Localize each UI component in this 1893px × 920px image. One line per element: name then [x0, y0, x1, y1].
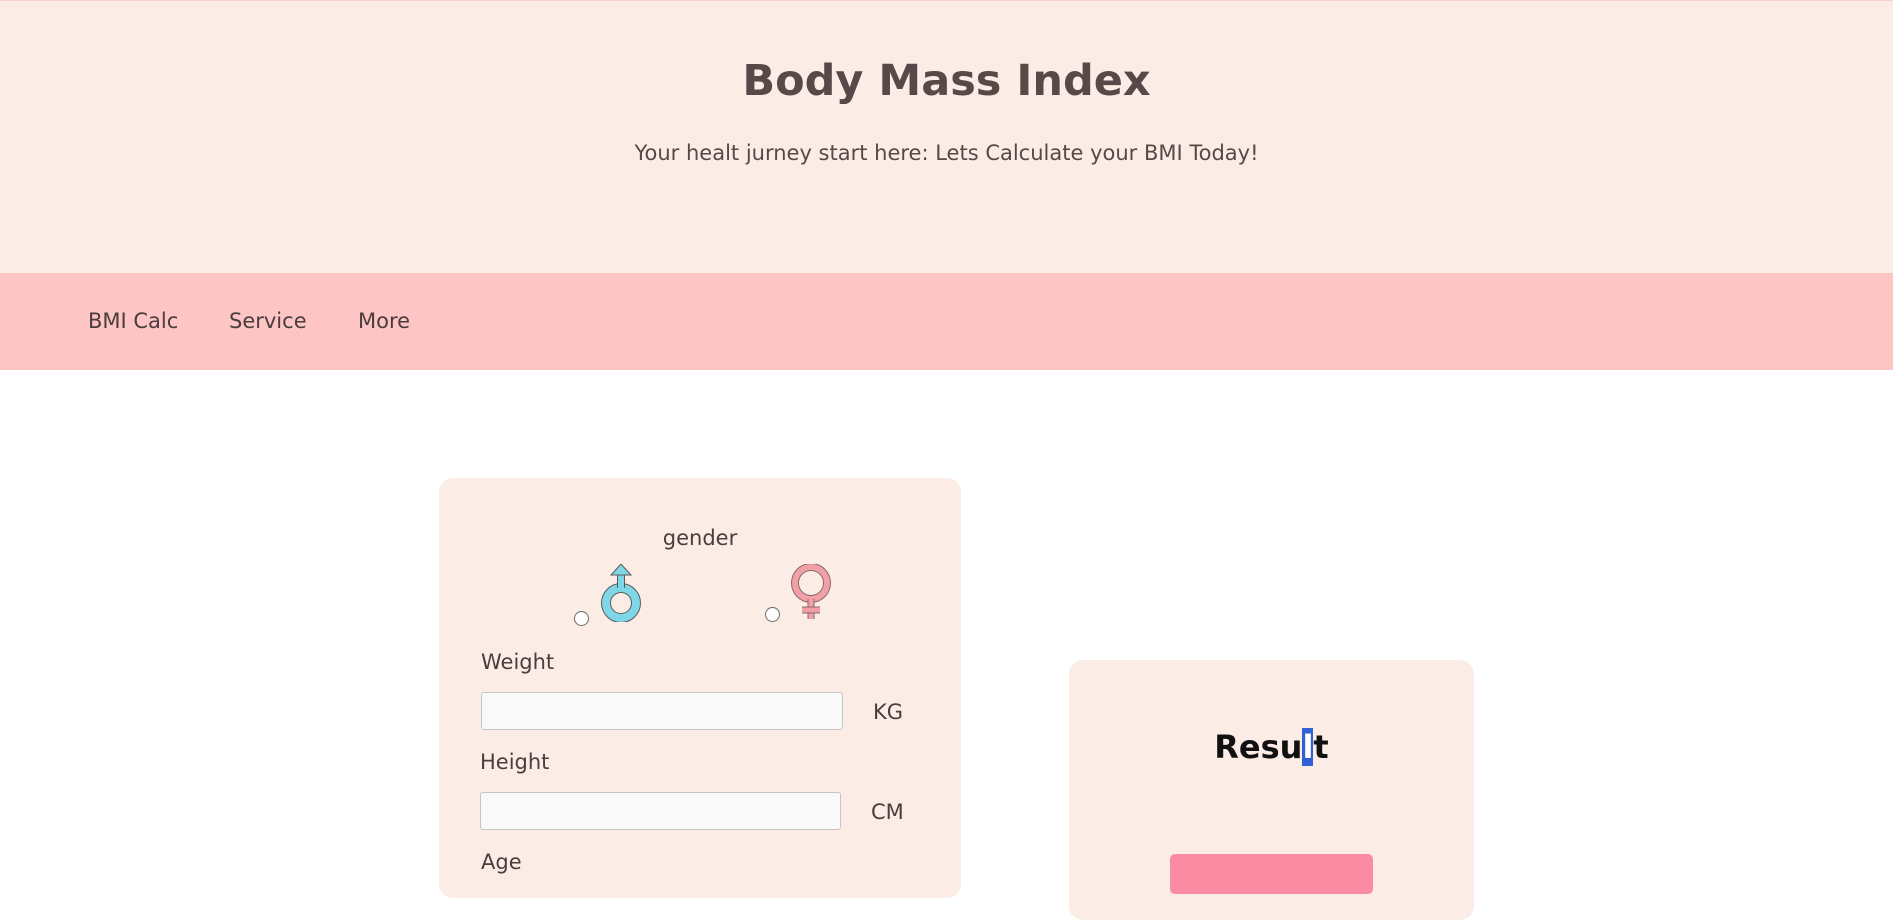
- gender-label: gender: [662, 526, 738, 550]
- result-card: Result: [1069, 660, 1474, 920]
- page-subtitle: Your healt jurney start here: Lets Calcu…: [634, 141, 1259, 165]
- selected-text: l: [1302, 728, 1314, 766]
- weight-label: Weight: [481, 650, 555, 674]
- nav-bar: BMI Calc Service More: [0, 273, 1893, 370]
- nav-item-more[interactable]: More: [358, 309, 410, 333]
- height-input[interactable]: [480, 792, 841, 830]
- female-radio[interactable]: [765, 607, 780, 622]
- calculate-button[interactable]: [1170, 854, 1373, 894]
- age-label: Age: [481, 850, 522, 874]
- hero-header: Body Mass Index Your healt jurney start …: [0, 0, 1893, 273]
- female-symbol-icon: [791, 564, 831, 619]
- height-unit: CM: [871, 800, 904, 824]
- bmi-form-card: gender Weight KG Height CM Age: [439, 478, 961, 898]
- page-title: Body Mass Index: [742, 56, 1151, 106]
- nav-item-bmi-calc[interactable]: BMI Calc: [88, 309, 178, 333]
- result-title: Result: [1069, 728, 1474, 766]
- male-radio[interactable]: [574, 611, 589, 626]
- weight-input[interactable]: [481, 692, 843, 730]
- male-symbol-icon: [601, 564, 641, 622]
- result-title-part: Resu: [1214, 728, 1303, 766]
- nav-item-service[interactable]: Service: [229, 309, 307, 333]
- weight-unit: KG: [873, 700, 904, 724]
- height-label: Height: [480, 750, 550, 774]
- result-title-part: t: [1313, 728, 1329, 766]
